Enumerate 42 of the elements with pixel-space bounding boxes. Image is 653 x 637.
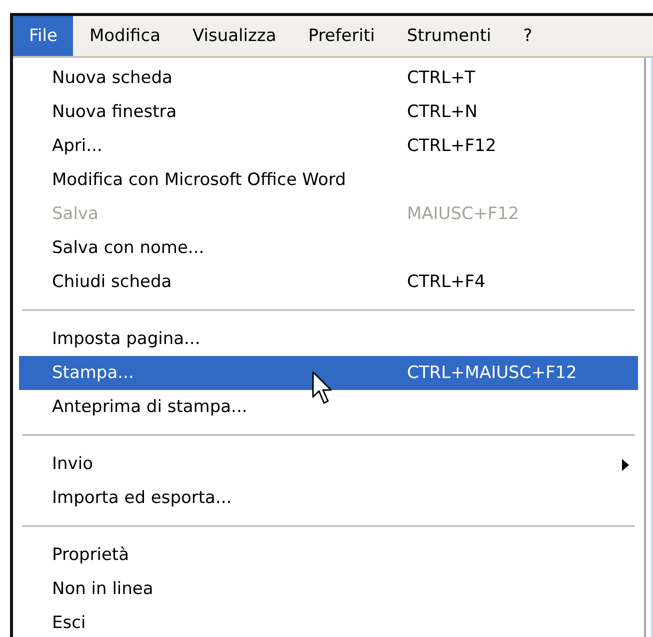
menu-bar-item[interactable]: Modifica — [73, 16, 177, 56]
menu-item[interactable]: Modifica con Microsoft Office Word — [19, 163, 638, 197]
menu-item[interactable]: Non in linea — [19, 572, 638, 606]
menu-item-label: Imposta pagina... — [52, 329, 202, 349]
shortcut-text: CTRL+N — [407, 102, 478, 122]
mouse-pointer-icon — [312, 371, 334, 405]
menu-item-label: Proprietà — [52, 545, 130, 565]
menu-item[interactable]: Imposta pagina... — [19, 322, 638, 356]
menu-bar-item[interactable]: File — [13, 16, 74, 56]
menu-item[interactable]: Nuova finestra CTRL+N — [19, 95, 638, 129]
menu-item-label: Nuova finestra — [52, 102, 178, 122]
menu-item-label: Modifica con Microsoft Office Word — [52, 170, 347, 190]
menu-item-label: Anteprima di stampa... — [52, 397, 248, 417]
menu-item-label: Salva con nome... — [52, 238, 206, 258]
menu-item-label: Non in linea — [52, 579, 154, 599]
menu-item[interactable]: Apri... CTRL+F12 — [19, 129, 638, 163]
menu-bar-item[interactable]: Visualizza — [176, 16, 292, 56]
menu-item-label: Esci — [52, 613, 87, 633]
menu-item[interactable]: Chiudi scheda CTRL+F4 — [19, 265, 638, 299]
menu-item[interactable]: Proprietà — [19, 538, 638, 572]
menu-item-label: Chiudi scheda — [52, 272, 173, 292]
shortcut-text: CTRL+MAIUSC+F12 — [407, 363, 577, 383]
menu-item-label: Invio — [52, 454, 94, 474]
menu-bar-item[interactable]: Preferiti — [292, 16, 391, 56]
menu-item[interactable]: Anteprima di stampa... — [19, 390, 638, 424]
menu-item[interactable]: Importa ed esporta... — [19, 481, 638, 515]
menu-item[interactable]: Nuova scheda CTRL+T — [19, 61, 638, 95]
shortcut-text: CTRL+F4 — [407, 272, 486, 292]
shortcut-text: CTRL+T — [407, 68, 476, 88]
menu-item[interactable]: Esci — [19, 606, 638, 637]
menu-item-label: Importa ed esporta... — [52, 488, 233, 508]
menu-item-label: Nuova scheda — [52, 68, 174, 88]
menu-item[interactable]: Invio — [19, 447, 638, 481]
menu-bar-item[interactable]: ? — [507, 16, 548, 56]
menu-item-label: Salva — [52, 204, 100, 224]
menu-item-label: Stampa... — [52, 363, 135, 383]
menu-item[interactable]: Salva con nome... — [19, 231, 638, 265]
menu-item[interactable]: Stampa... CTRL+MAIUSC+F12 — [19, 356, 638, 390]
menu-item-label: Apri... — [52, 136, 104, 156]
shortcut-text: CTRL+F12 — [407, 136, 496, 156]
menu-bar-item[interactable]: Strumenti — [390, 16, 508, 56]
shortcut-text: MAIUSC+F12 — [407, 204, 520, 224]
